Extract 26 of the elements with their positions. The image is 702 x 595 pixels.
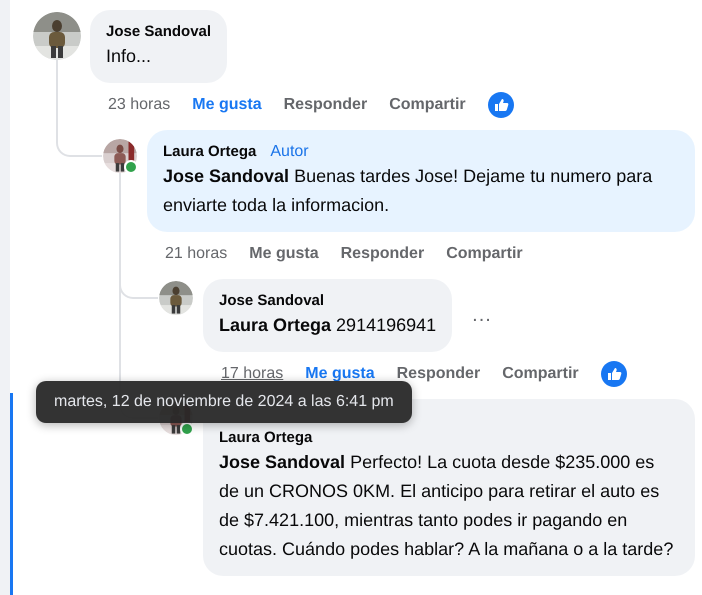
comment-text: Jose Sandoval Perfecto! La cuota desde $235.000 es de un CRONOS 0KM. El anticipo para retirar el auto es de $7.421.100, mientras tanto podes ir pagando en cuotas. Cuándo podes hablar? A la mañana o a la tarde? bbox=[219, 451, 674, 561]
comment-time-link[interactable]: 17 horas bbox=[221, 364, 284, 384]
author-name[interactable]: Laura Ortega bbox=[163, 142, 256, 162]
comment-text: Info... bbox=[106, 45, 152, 68]
comment-time-link[interactable]: 21 horas bbox=[165, 244, 228, 264]
reply-button[interactable]: Responder bbox=[340, 244, 424, 264]
avatar[interactable] bbox=[159, 281, 193, 315]
thread-connector bbox=[56, 130, 102, 157]
share-button[interactable]: Compartir bbox=[502, 364, 579, 384]
reply-button[interactable]: Responder bbox=[396, 364, 480, 384]
comment-text: Laura Ortega 2914196941 bbox=[219, 314, 436, 337]
share-button[interactable]: Compartir bbox=[446, 244, 523, 264]
author-name[interactable]: Jose Sandoval bbox=[219, 291, 324, 311]
timestamp-tooltip: martes, 12 de noviembre de 2024 a las 6:41 pm bbox=[36, 381, 412, 423]
thread-line bbox=[56, 60, 58, 130]
share-button[interactable]: Compartir bbox=[389, 95, 466, 115]
like-button[interactable]: Me gusta bbox=[192, 95, 262, 115]
reply-button[interactable]: Responder bbox=[284, 95, 368, 115]
comment-text: Jose Sandoval Buenas tardes Jose! Dejame tu numero para enviarte toda la informacion. bbox=[163, 165, 654, 217]
more-options-button[interactable]: ... bbox=[466, 304, 498, 327]
comment-time-link[interactable]: 23 horas bbox=[108, 95, 170, 115]
like-button[interactable]: Me gusta bbox=[249, 244, 319, 264]
avatar[interactable] bbox=[33, 12, 81, 60]
like-button[interactable]: Me gusta bbox=[305, 364, 375, 384]
author-name[interactable]: Jose Sandoval bbox=[106, 22, 212, 42]
avatar[interactable] bbox=[103, 139, 137, 173]
